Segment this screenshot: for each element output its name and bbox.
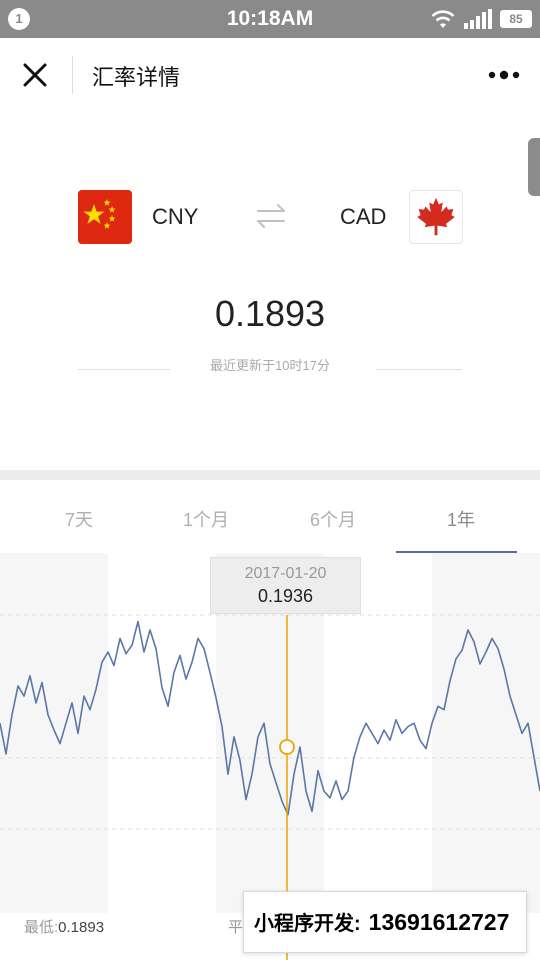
from-currency-code[interactable]: CNY (152, 204, 198, 230)
promo-phone: 13691612727 (368, 909, 510, 935)
battery-icon: 85 (500, 10, 532, 28)
cursor-point (279, 739, 295, 755)
signal-icon (464, 9, 492, 29)
last-updated-text: 最近更新于10时17分 (210, 358, 330, 373)
exchange-rate-value: 0.1893 (214, 293, 326, 334)
status-time: 10:18AM (226, 7, 314, 30)
status-bar: 1 10:18AM 85 (0, 0, 540, 38)
promo-label: 小程序开发: (254, 913, 361, 935)
tab-7-days[interactable]: 7天 (14, 506, 144, 532)
stat-low-value: 0.1893 (58, 919, 105, 936)
tooltip-value: 0.1936 (257, 586, 314, 606)
chart-band (0, 553, 108, 913)
china-flag-icon[interactable] (78, 190, 132, 244)
more-icon[interactable] (486, 66, 522, 84)
tooltip-date: 2017-01-20 (244, 565, 327, 582)
tab-6-months[interactable]: 6个月 (268, 506, 398, 532)
canada-flag-icon[interactable] (409, 190, 463, 244)
chart-band (432, 553, 540, 913)
section-separator (0, 470, 540, 480)
swap-arrows-icon[interactable] (255, 202, 287, 230)
nav-divider (72, 56, 73, 94)
tab-1-month[interactable]: 1个月 (141, 506, 271, 532)
nav-bar: 汇率详情 (0, 38, 540, 112)
stat-low: 最低:0.1893 (24, 916, 104, 937)
divider-right (376, 369, 462, 370)
close-icon[interactable] (20, 60, 50, 90)
chart-tooltip: 2017-01-20 0.1936 (210, 557, 361, 614)
to-currency-code[interactable]: CAD (340, 204, 386, 230)
tab-1-year[interactable]: 1年 (396, 506, 526, 532)
stat-average-label: 平 (228, 919, 244, 936)
stat-low-label: 最低: (24, 919, 59, 936)
wifi-icon (431, 10, 455, 28)
side-drawer-handle[interactable] (528, 138, 540, 196)
promo-overlay: 小程序开发: 13691612727 (243, 891, 527, 953)
page-title: 汇率详情 (92, 65, 181, 90)
